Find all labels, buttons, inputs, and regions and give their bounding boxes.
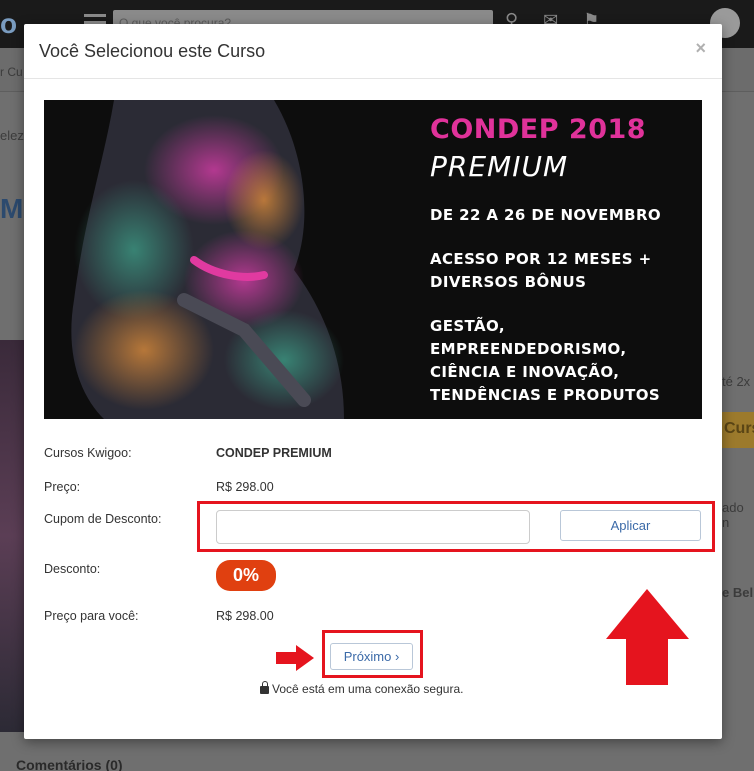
background-course-image	[0, 340, 24, 732]
coupon-label: Cupom de Desconto:	[44, 512, 162, 526]
background-logo: o	[0, 8, 18, 39]
modal-header: Você Selecionou este Curso ×	[24, 24, 722, 79]
lock-icon	[260, 681, 269, 694]
coupon-highlight-box	[197, 501, 715, 552]
banner-access-line-2: DIVERSOS BÔNUS	[430, 273, 587, 291]
secure-connection-notice: Você está em uma conexão segura.	[260, 681, 464, 696]
banner-topics-line-2: EMPREENDEDORISMO,	[430, 340, 627, 358]
banner-dates: DE 22 A 26 DE NOVEMBRO	[430, 206, 662, 224]
right-arrow-icon	[276, 645, 314, 671]
price-label: Preço:	[44, 480, 81, 494]
price-value: R$ 298.00	[216, 480, 274, 494]
banner-topics-line-3: CIÊNCIA E INOVAÇÃO,	[430, 363, 620, 381]
modal-title: Você Selecionou este Curso	[39, 41, 266, 61]
banner-topics-line-4: TENDÊNCIAS E PRODUTOS	[430, 386, 661, 404]
background-breadcrumb-text: r Cu	[0, 65, 23, 79]
background-installments-text: té 2x	[722, 374, 751, 389]
discount-label: Desconto:	[44, 562, 101, 576]
banner-access-line-1: ACESSO POR 12 MESES +	[430, 250, 652, 268]
background-heading: M	[0, 193, 24, 224]
secure-connection-text: Você está em uma conexão segura.	[272, 682, 464, 696]
course-banner: CONDEP 2018 PREMIUM DE 22 A 26 DE NOVEMB…	[44, 100, 702, 419]
discount-badge: 0%	[216, 560, 276, 591]
next-button-highlight-box	[322, 630, 423, 678]
final-price-value: R$ 298.00	[216, 609, 274, 623]
banner-subtitle: PREMIUM	[430, 150, 569, 183]
background-comments-title: Comentários (0)	[16, 757, 123, 771]
final-price-label: Preço para você:	[44, 609, 139, 623]
background-right-text: ado n	[722, 500, 744, 530]
background-right-text-2: e Bel	[722, 585, 754, 600]
background-buy-button: Curs	[722, 412, 754, 448]
course-label: Cursos Kwigoo:	[44, 446, 132, 460]
up-arrow-icon	[606, 589, 689, 685]
banner-topics-line-1: GESTÃO,	[430, 317, 505, 335]
banner-title: CONDEP 2018	[430, 114, 647, 145]
course-value: CONDEP PREMIUM	[216, 446, 332, 460]
close-icon[interactable]: ×	[695, 38, 706, 59]
background-side-text: elez	[0, 128, 24, 143]
banner-portrait-image	[44, 100, 384, 419]
